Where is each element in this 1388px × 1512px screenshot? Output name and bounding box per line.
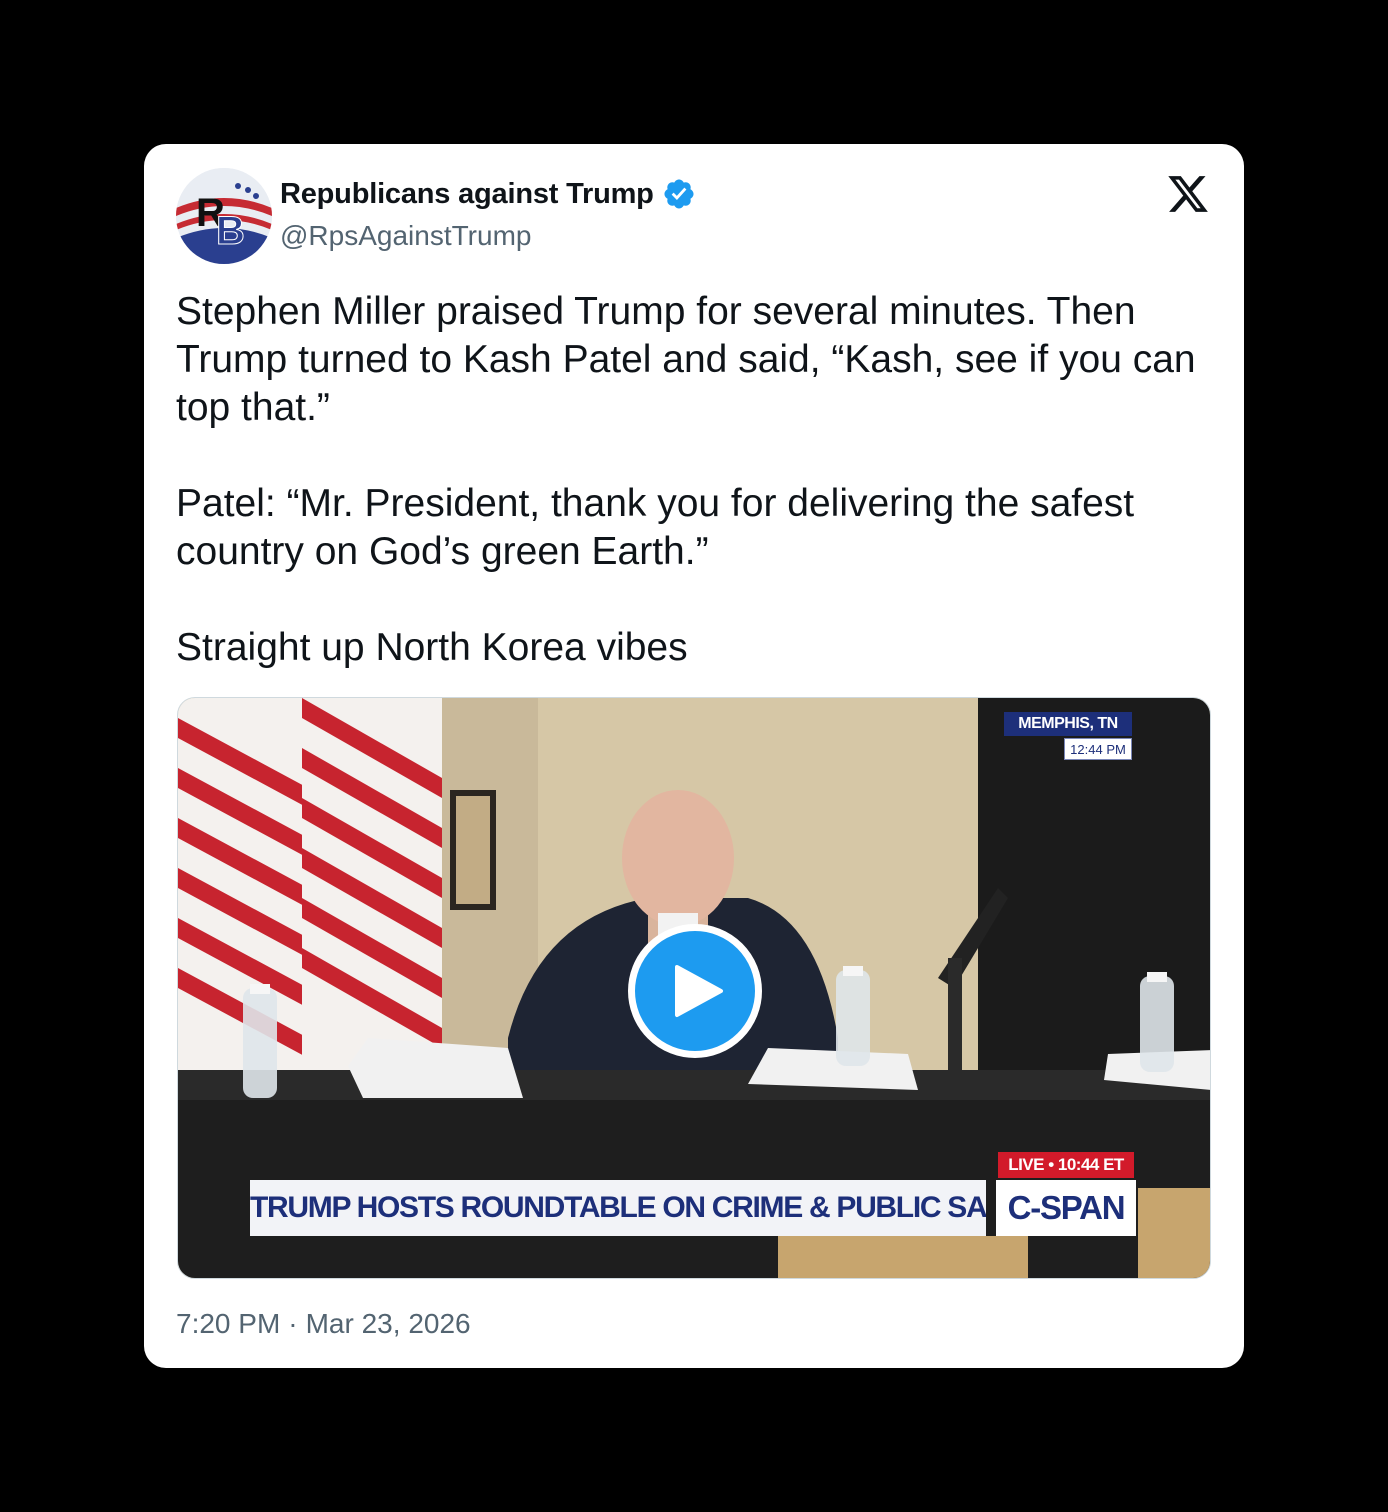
tweet-time: 7:20 PM: [176, 1308, 281, 1339]
author-name-row: Republicans against Trump: [280, 174, 696, 214]
tweet-paragraph: Stephen Miller praised Trump for several…: [176, 290, 1196, 429]
play-button[interactable]: [628, 924, 762, 1058]
x-logo-icon[interactable]: [1166, 172, 1210, 216]
network-logo: C-SPAN: [996, 1180, 1136, 1236]
avatar[interactable]: R B: [176, 168, 272, 264]
timestamp-separator: ·: [288, 1308, 298, 1339]
live-badge: LIVE • 10:44 ET: [998, 1152, 1134, 1178]
tweet-paragraph: Patel: “Mr. President, thank you for del…: [176, 482, 1135, 573]
avatar-logo-icon: R B: [176, 168, 272, 264]
author-block: Republicans against Trump @RpsAgainstTru…: [280, 174, 696, 252]
video-player[interactable]: MEMPHIS, TN 12:44 PM LIVE • 10:44 ET TRU…: [177, 697, 1211, 1279]
author-handle[interactable]: @RpsAgainstTrump: [280, 220, 696, 252]
tweet-paragraph: Straight up North Korea vibes: [176, 626, 688, 669]
news-lower-third: TRUMP HOSTS ROUNDTABLE ON CRIME & PUBLIC…: [250, 1180, 986, 1236]
play-icon: [675, 965, 723, 1017]
tweet-timestamp[interactable]: 7:20 PM · Mar 23, 2026: [176, 1308, 471, 1340]
tweet-card: R B Republicans against Trump @RpsAgains…: [144, 144, 1244, 1368]
tweet-date: Mar 23, 2026: [305, 1308, 471, 1339]
tweet-text: Stephen Miller praised Trump for several…: [176, 288, 1226, 672]
author-name[interactable]: Republicans against Trump: [280, 178, 654, 211]
location-badge: MEMPHIS, TN: [1004, 712, 1132, 736]
svg-text:B: B: [216, 209, 245, 253]
verified-badge-icon: [664, 179, 694, 209]
location-time-badge: 12:44 PM: [1064, 738, 1132, 760]
